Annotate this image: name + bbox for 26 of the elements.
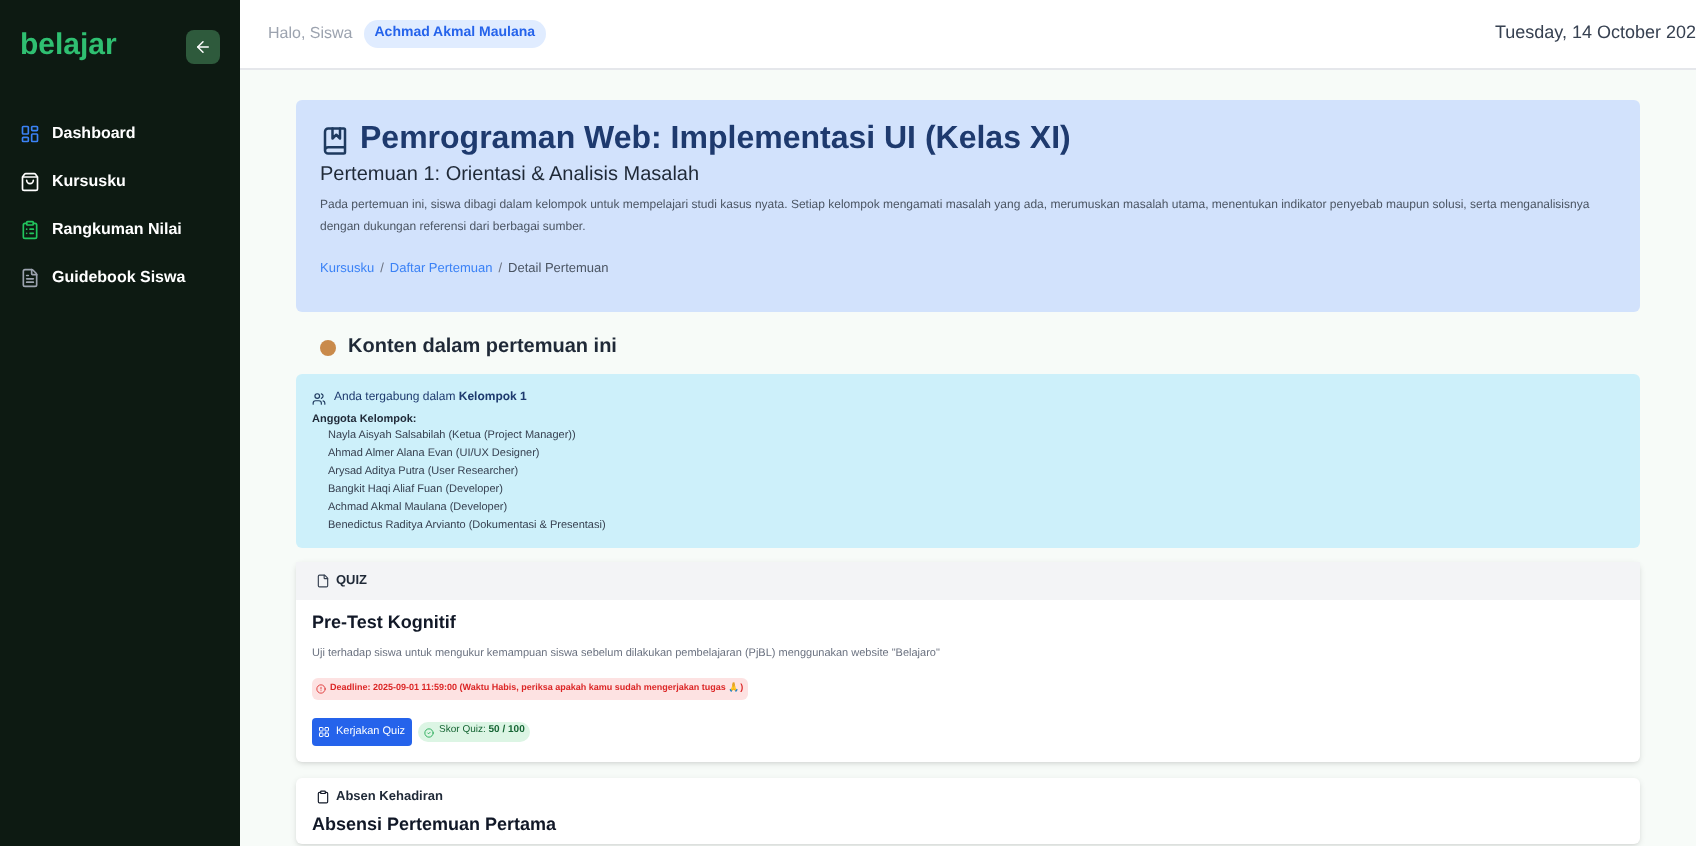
logo[interactable]: belajar <box>20 24 117 69</box>
attendance-title: Absensi Pertemuan Pertama <box>312 813 559 836</box>
grid-icon <box>318 726 330 738</box>
clipboard-icon <box>20 219 40 239</box>
meeting-subtitle: Pertemuan 1: Orientasi & Analisis Masalah <box>320 162 702 190</box>
book-icon <box>320 125 350 155</box>
bag-icon <box>20 171 40 191</box>
file-icon <box>316 574 330 589</box>
quiz-title: Pre-Test Kognitif <box>312 610 458 637</box>
collapse-button[interactable] <box>186 29 220 64</box>
course-title: Pemrograman Web: Implementasi UI (Kelas XI) <box>360 122 1071 158</box>
sidebar-item[interactable]: Guidebook Siswa <box>20 261 220 293</box>
cookie-icon <box>320 339 336 355</box>
check-icon <box>423 727 434 737</box>
sidebar-item[interactable]: Dashboard <box>20 117 220 149</box>
document-icon <box>20 267 40 287</box>
dashboard-icon <box>20 123 40 143</box>
greeting-text: Halo, Siswa <box>268 22 353 46</box>
sidebar-item[interactable]: Kursusku <box>20 165 220 197</box>
section-heading: Konten dalam pertemuan ini <box>348 334 617 362</box>
clipboard-icon <box>316 790 330 805</box>
date-text: Tuesday, 14 October 202 <box>1494 20 1696 47</box>
sidebar-item[interactable]: Rangkuman Nilai <box>20 213 220 245</box>
back-arrow-icon <box>194 37 212 56</box>
users-icon <box>312 392 326 406</box>
alert-icon <box>316 684 326 694</box>
